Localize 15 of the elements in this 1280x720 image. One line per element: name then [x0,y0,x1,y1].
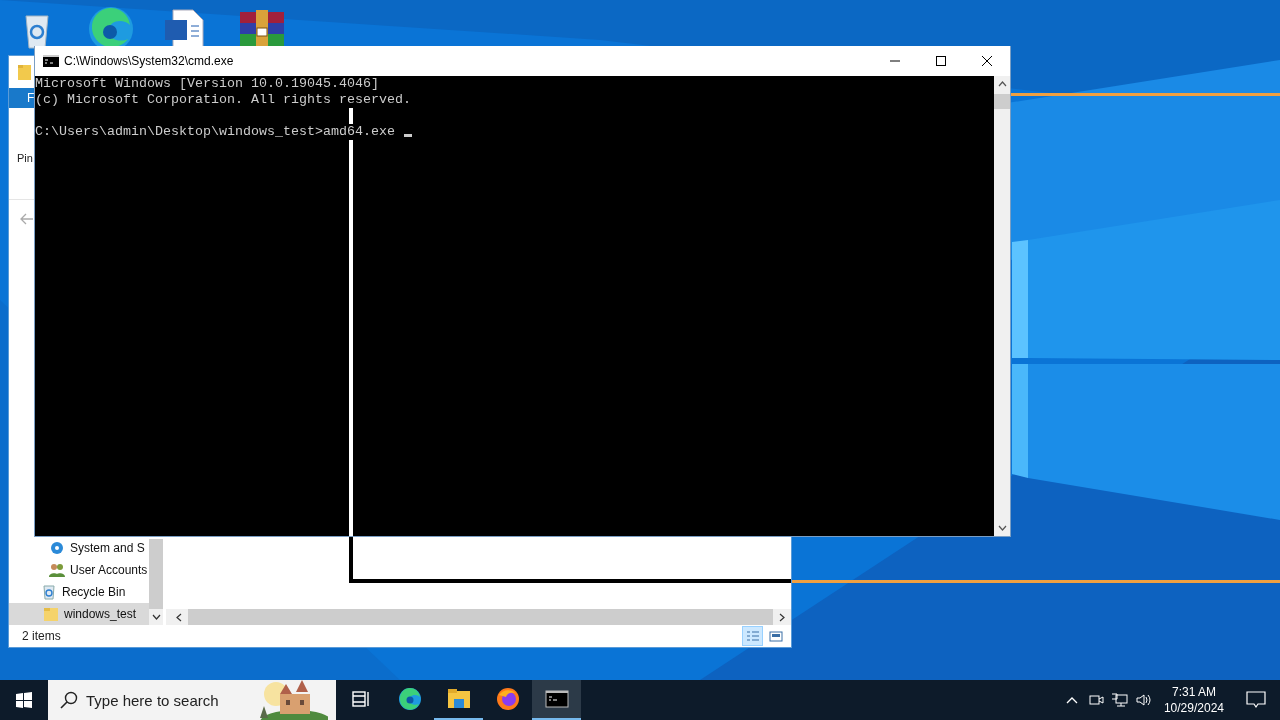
console-icon [544,688,569,710]
camera-icon [1087,692,1104,708]
volume-icon [1134,692,1153,708]
taskbar-button[interactable] [532,680,581,720]
search-icon [60,691,78,709]
folder-icon [446,687,471,711]
search-bar[interactable]: Type here to search [48,680,336,720]
fox-browser-icon [495,687,520,711]
task-view-icon [350,689,371,709]
browser-icon [397,687,422,711]
network-icon [1110,692,1129,708]
chat-bubble-icon [1246,691,1266,709]
search-field[interactable]: Type here to search [86,691,256,709]
clock-button[interactable]: 7:31 AM 10/29/2024 [1155,680,1232,720]
windows-logo-icon [16,692,32,708]
